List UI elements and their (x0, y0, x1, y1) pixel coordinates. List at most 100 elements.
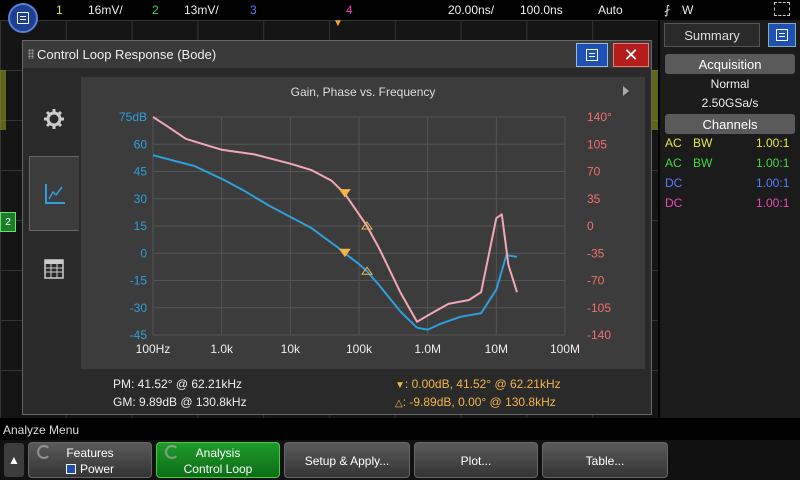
channel-bw: BW (693, 156, 713, 170)
y-left-tick-label: 45 (134, 165, 148, 179)
softkey-label: Setup & Apply... (304, 454, 390, 468)
drag-handle-icon[interactable] (28, 49, 34, 59)
y-left-tick-label: 60 (134, 137, 148, 151)
trigger-source[interactable]: W (682, 3, 693, 17)
softkey-label: Features (66, 446, 114, 460)
table-icon (44, 258, 64, 279)
channel-coupling: DC (665, 176, 683, 190)
x-tick-label: 10M (485, 342, 508, 356)
channel-probe: 1.00:1 (756, 136, 790, 150)
ch2-number[interactable]: 2 (152, 3, 159, 17)
ch1-number[interactable]: 1 (56, 3, 63, 17)
x-tick-label: 100k (346, 342, 373, 356)
marker1-readout: ▼: 0.00dB, 41.52° @ 62.21kHz (395, 377, 561, 391)
ch2-ground-marker[interactable]: 2 (0, 212, 16, 232)
acquisition-mode: Normal (710, 77, 750, 91)
channel-probe: 1.00:1 (756, 156, 790, 170)
tab-table[interactable] (29, 231, 79, 306)
channel-probe: 1.00:1 (756, 196, 790, 210)
x-tick-label: 1.0M (414, 342, 441, 356)
chart-icon (44, 183, 65, 204)
up-arrow-icon: ▲ (8, 453, 20, 467)
y-left-tick-label: -45 (130, 328, 148, 342)
y-right-tick-label: 35 (587, 192, 601, 206)
y-left-tick-label: -15 (130, 274, 148, 288)
sample-rate: 2.50GSa/s (701, 96, 759, 110)
delay[interactable]: 100.0ns (520, 3, 563, 17)
y-right-tick-label: 70 (587, 165, 601, 179)
ch3-number[interactable]: 3 (250, 3, 257, 17)
softkey-label: Table... (585, 454, 625, 468)
series-phase-line (152, 116, 518, 323)
x-tick-label: 100M (550, 342, 580, 356)
channel-coupling: AC (665, 136, 682, 150)
trigger-mode[interactable]: Auto (598, 3, 623, 17)
softkey-value: Control Loop (183, 462, 253, 476)
bode-chart: 75dB 140° 60 105 45 70 30 35 15 0 0 -35 -15 -70 -30 -10… (119, 110, 612, 356)
gear-icon (44, 108, 64, 129)
marker-filled-icon: ▼ (395, 380, 405, 391)
select-icon[interactable] (774, 2, 790, 16)
plot-softkey[interactable]: Plot... (414, 442, 538, 478)
pm-phase-marker (338, 189, 351, 198)
y-right-tick-label: 105 (587, 137, 607, 151)
channel-coupling: AC (665, 156, 682, 170)
x-tick-label: 1.0k (210, 342, 234, 356)
y-left-tick-label: 0 (140, 246, 147, 260)
summary-menu-button[interactable] (768, 23, 796, 47)
timebase[interactable]: 20.00ns/ (448, 3, 494, 17)
close-button[interactable]: ✕ (613, 43, 649, 67)
menu-icon (586, 49, 598, 61)
main-menu-button[interactable] (8, 3, 38, 33)
y-right-tick-label: -105 (587, 301, 611, 315)
y-left-tick-label: 30 (134, 192, 148, 206)
y-right-tick-label: 0 (587, 219, 594, 233)
bode-dialog: Control Loop Response (Bode) ✕ Gain, Pha… (22, 40, 652, 415)
ch1-scale[interactable]: 16mV/ (88, 3, 123, 17)
gain-margin: GM: 9.89dB @ 130.8kHz (113, 395, 247, 409)
trigger-position-icon: ▼ (333, 18, 343, 29)
ch1-trace-edge-right (652, 70, 658, 130)
marker1-text: : 0.00dB, 41.52° @ 62.21kHz (404, 377, 561, 391)
summary-panel: Summary Acquisition Normal 2.50GSa/s Cha… (660, 20, 800, 418)
table-softkey[interactable]: Table... (542, 442, 668, 478)
softkey-label: Analysis (195, 446, 241, 460)
y-right-tick-label: 140° (587, 110, 612, 124)
marker2-text: : -9.89dB, 0.00° @ 130.8kHz (402, 395, 556, 409)
features-softkey[interactable]: Features Power (28, 442, 152, 478)
y-left-tick-label: 15 (134, 219, 148, 233)
marker-outline-icon: △ (395, 398, 403, 409)
bode-plot-panel: Gain, Phase vs. Frequency 75dB 140° 60 105 4… (81, 77, 645, 369)
back-button[interactable]: ▲ (4, 443, 24, 477)
softkey-label: Plot... (460, 454, 492, 468)
channels-header[interactable]: Channels (665, 114, 795, 134)
channel-row-4: DC 1.00:1 (665, 196, 795, 214)
marker2-readout: △: -9.89dB, 0.00° @ 130.8kHz (395, 395, 556, 409)
analysis-softkey[interactable]: Analysis Control Loop (156, 442, 280, 478)
setup-apply-softkey[interactable]: Setup & Apply... (284, 442, 410, 478)
ch2-scale[interactable]: 13mV/ (184, 3, 219, 17)
dialog-side-tabs (29, 71, 79, 411)
channel-probe: 1.00:1 (756, 176, 790, 190)
summary-tab[interactable]: Summary (664, 23, 760, 47)
channel-row-1: AC BW 1.00:1 (665, 136, 795, 154)
channel-coupling: DC (665, 196, 683, 210)
y-left-tick-label: -30 (130, 301, 148, 315)
y-left-tick-label: 75dB (119, 110, 147, 124)
x-tick-label: 10k (281, 342, 301, 356)
dialog-title: Control Loop Response (Bode) (37, 47, 217, 62)
ch4-number[interactable]: 4 (346, 3, 353, 17)
y-right-tick-label: -140 (587, 328, 611, 342)
phase-margin: PM: 41.52° @ 62.21kHz (113, 377, 243, 391)
channel-row-3: DC 1.00:1 (665, 176, 795, 194)
trigger-edge-icon: ⨏ (664, 3, 671, 17)
dialog-menu-button[interactable] (576, 43, 608, 67)
menu-icon (776, 29, 788, 41)
dialog-title-bar[interactable]: Control Loop Response (Bode) ✕ (23, 41, 651, 68)
x-tick-label: 100Hz (136, 342, 171, 356)
y-right-tick-label: -70 (587, 274, 605, 288)
y-right-tick-label: -35 (587, 246, 605, 260)
acquisition-header[interactable]: Acquisition (665, 54, 795, 74)
tab-settings[interactable] (29, 81, 79, 156)
tab-plot[interactable] (29, 156, 79, 231)
